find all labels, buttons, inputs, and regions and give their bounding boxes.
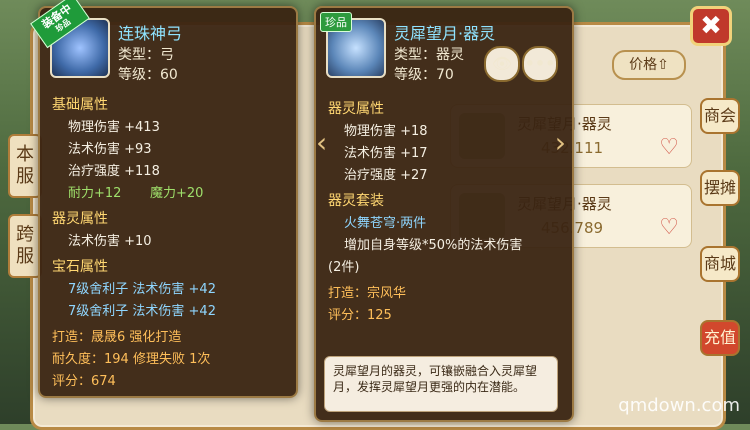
tab-stall-label: 摆摊 [703, 178, 736, 197]
price-sort-button[interactable]: 价格⇧ [612, 50, 686, 80]
rare-badge: 珍品 [320, 12, 352, 32]
section-spirit-attr: 器灵属性 [328, 101, 384, 117]
equipped-item-tooltip: 装备中 珍品 连珠神弓 类型：弓 等级：60 基础属性 物理伤害 +413 法术… [30, 0, 298, 398]
item-type: 类型：器灵 [394, 47, 464, 63]
set-count: (2件) [328, 260, 360, 275]
compare-item-tooltip: 珍品 灵犀望月·器灵 类型：器灵 等级：70 👁 ••• ‹ › 器灵属性 物理… [314, 6, 574, 422]
stat-magic: 魔力+20 [150, 186, 204, 201]
tab-stall[interactable]: 摆摊 [700, 170, 740, 206]
stat-line: 法术伤害 +17 [344, 146, 428, 161]
tab-trade-guild-label: 商会 [703, 106, 736, 125]
set-desc: 增加自身等级*50%的法术伤害 [344, 238, 523, 253]
tab-local-server-label: 本服 [16, 144, 34, 187]
eye-glyph: 👁 [491, 54, 513, 73]
stat-line: 物理伤害 +18 [344, 124, 428, 139]
item-description: 灵犀望月的器灵，可镶嵌融合入灵犀望月，发挥灵犀望月更强的内在潜能。 [324, 356, 558, 412]
watermark: qmdown.com [618, 395, 740, 416]
stat-line: 治疗强度 +118 [68, 164, 160, 179]
tab-recharge-label: 充值 [703, 328, 736, 347]
heart-icon[interactable]: ♡ [659, 135, 679, 160]
item-title: 连珠神弓 [118, 24, 183, 43]
stat-line: 法术伤害 +93 [68, 142, 152, 157]
durability-line: 耐久度：194 修理失败 1次 [52, 352, 211, 367]
tab-recharge[interactable]: 充值 [700, 320, 740, 356]
tab-shop[interactable]: 商城 [700, 246, 740, 282]
gem-line: 7级舍利子 法术伤害 +42 [68, 304, 216, 319]
more-glyph: ••• [524, 54, 556, 73]
maker-line: 打造：晟晟6 强化打造 [52, 330, 182, 345]
stat-line: 治疗强度 +27 [344, 168, 428, 183]
score-line: 评分：125 [328, 308, 392, 323]
tab-cross-server[interactable]: 跨服 [8, 214, 42, 278]
tab-cross-server-label: 跨服 [16, 224, 34, 267]
item-level: 等级：70 [394, 67, 454, 83]
chevron-right-icon[interactable]: › [555, 126, 566, 159]
set-name: 火舞苍穹·两件 [344, 216, 427, 231]
stat-line: 物理伤害 +413 [68, 120, 160, 135]
heart-icon[interactable]: ♡ [659, 215, 679, 240]
section-set: 器灵套装 [328, 193, 384, 209]
section-base-attr: 基础属性 [52, 97, 108, 113]
item-title: 灵犀望月·器灵 [394, 24, 496, 43]
tab-local-server[interactable]: 本服 [8, 134, 42, 198]
chevron-left-icon[interactable]: ‹ [316, 126, 327, 159]
close-icon: ✖ [700, 11, 722, 41]
eye-icon[interactable]: 👁 [484, 46, 520, 82]
more-icon[interactable]: ••• [522, 46, 558, 82]
item-type: 类型：弓 [118, 47, 174, 63]
price-sort-label: 价格⇧ [629, 57, 669, 73]
section-gem-attr: 宝石属性 [52, 259, 108, 275]
tab-shop-label: 商城 [703, 254, 736, 273]
maker-line: 打造：宗风华 [328, 286, 407, 301]
item-level: 等级：60 [118, 67, 178, 83]
tab-trade-guild[interactable]: 商会 [700, 98, 740, 134]
gem-line: 7级舍利子 法术伤害 +42 [68, 282, 216, 297]
close-button[interactable]: ✖ [690, 6, 732, 46]
stat-line: 法术伤害 +10 [68, 234, 152, 249]
score-line: 评分：674 [52, 374, 116, 389]
stat-endurance: 耐力+12 [68, 186, 122, 201]
section-spirit-attr: 器灵属性 [52, 211, 108, 227]
